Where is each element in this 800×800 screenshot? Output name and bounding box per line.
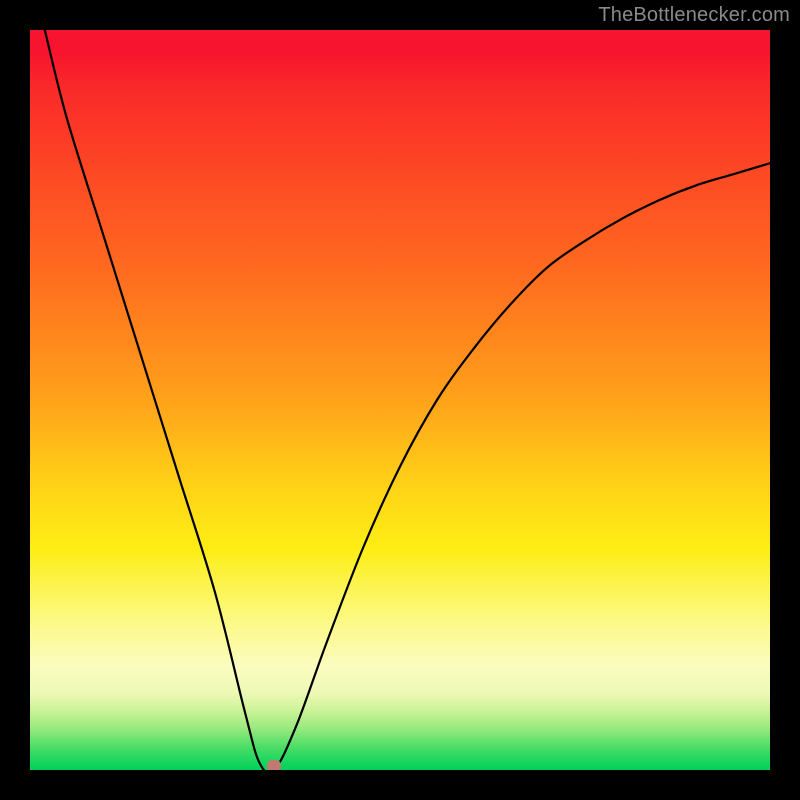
chart-frame: TheBottlenecker.com [0, 0, 800, 800]
curve-layer [30, 30, 770, 770]
plot-area [30, 30, 770, 770]
attribution-text: TheBottlenecker.com [598, 4, 790, 27]
bottleneck-curve [45, 30, 770, 770]
highlight-marker [267, 760, 281, 770]
